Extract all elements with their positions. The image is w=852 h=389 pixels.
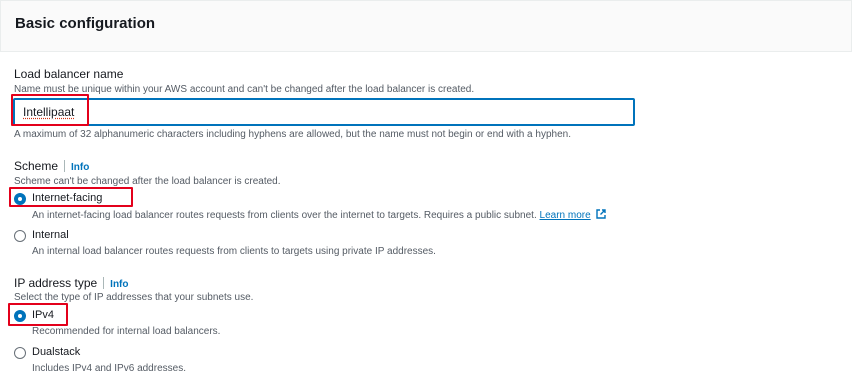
- basic-configuration-panel: Basic configuration Load balancer name N…: [0, 0, 852, 389]
- panel-header: Basic configuration: [0, 0, 852, 52]
- scheme-label-row: Scheme Info: [14, 159, 89, 173]
- ip-type-label-row: IP address type Info: [14, 276, 129, 290]
- highlight-box-name: [11, 94, 89, 126]
- internet-facing-desc-text: An internet-facing load balancer routes …: [32, 210, 537, 221]
- scheme-hint: Scheme can't be changed after the load b…: [14, 176, 281, 187]
- ipv4-desc: Recommended for internal load balancers.: [32, 326, 221, 337]
- lb-name-constraint: A maximum of 32 alphanumeric characters …: [14, 129, 571, 140]
- learn-more-link[interactable]: Learn more: [540, 210, 591, 221]
- dualstack-radio[interactable]: [14, 347, 26, 359]
- internal-radio[interactable]: [14, 230, 26, 242]
- ip-type-hint: Select the type of IP addresses that you…: [14, 292, 254, 303]
- info-separator: [103, 277, 105, 289]
- scheme-label: Scheme: [14, 159, 59, 173]
- panel-title: Basic configuration: [15, 15, 156, 32]
- highlight-box-ipv4: [8, 303, 68, 326]
- external-link-icon[interactable]: [596, 209, 607, 219]
- scheme-info-link[interactable]: Info: [71, 162, 89, 173]
- internal-desc: An internal load balancer routes request…: [32, 246, 436, 257]
- info-separator: [64, 160, 66, 172]
- lb-name-label: Load balancer name: [14, 67, 124, 81]
- internet-facing-desc: An internet-facing load balancer routes …: [32, 209, 607, 221]
- dualstack-label[interactable]: Dualstack: [32, 346, 80, 358]
- highlight-box-scheme: [9, 187, 133, 207]
- lb-name-input[interactable]: Intellipaat: [13, 98, 635, 126]
- ip-type-label: IP address type: [14, 276, 98, 290]
- internal-label[interactable]: Internal: [32, 229, 69, 241]
- ip-type-info-link[interactable]: Info: [110, 279, 128, 290]
- dualstack-desc: Includes IPv4 and IPv6 addresses.: [32, 363, 186, 374]
